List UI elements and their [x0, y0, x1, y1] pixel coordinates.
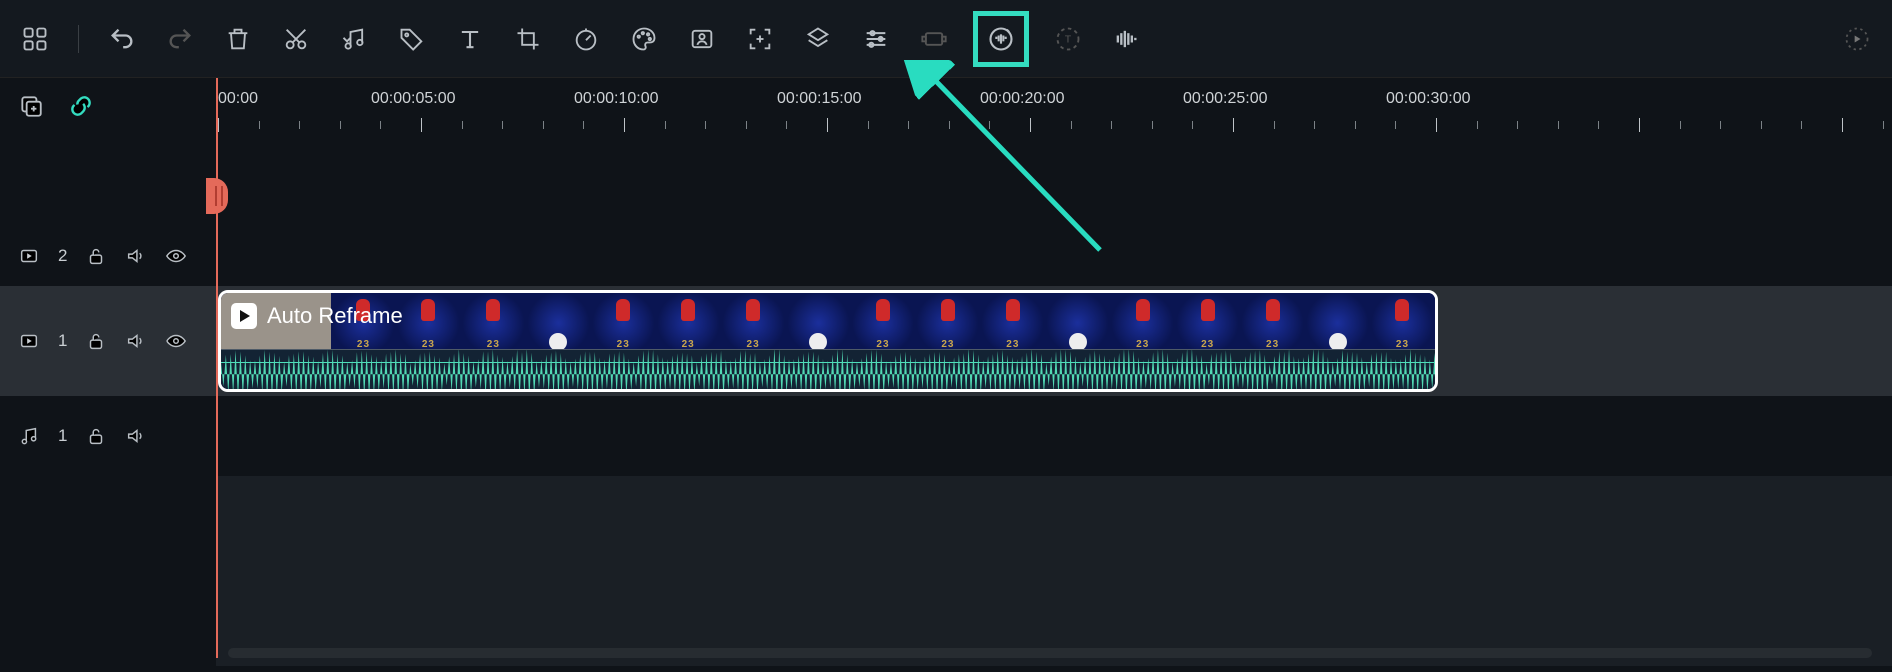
speaker-icon[interactable] [125, 330, 147, 352]
ruler-label: 00:00:15:00 [777, 90, 862, 108]
lock-icon[interactable] [85, 425, 107, 447]
subject-icon[interactable] [683, 20, 721, 58]
playhead[interactable] [216, 78, 218, 658]
track-number: 1 [58, 426, 67, 446]
apps-icon[interactable] [16, 20, 54, 58]
audio-sync-icon[interactable] [984, 22, 1018, 56]
clip-label: Auto Reframe [267, 303, 403, 329]
text-icon[interactable] [451, 20, 489, 58]
track-head-audio-1[interactable]: 1 [0, 396, 216, 476]
video-icon [18, 245, 40, 267]
redo-icon[interactable] [161, 20, 199, 58]
toolbar-divider [78, 25, 79, 53]
undo-icon[interactable] [103, 20, 141, 58]
tag-icon[interactable] [393, 20, 431, 58]
clip-audio-waveform [221, 349, 1435, 389]
ruler-label: 00:00:05:00 [371, 90, 456, 108]
crop-icon[interactable] [509, 20, 547, 58]
eye-icon[interactable] [165, 245, 187, 267]
aspect-icon[interactable] [915, 20, 953, 58]
svg-text:T: T [1065, 33, 1072, 45]
focus-icon[interactable] [741, 20, 779, 58]
lock-icon[interactable] [85, 330, 107, 352]
track-head-video-1[interactable]: 1 [0, 286, 216, 396]
music-assign-icon[interactable] [335, 20, 373, 58]
color-icon[interactable] [625, 20, 663, 58]
track-head-video-2[interactable]: 2 [0, 226, 216, 286]
play-icon [231, 303, 257, 329]
clip-badge: Auto Reframe [231, 303, 403, 329]
speaker-icon[interactable] [125, 425, 147, 447]
delete-icon[interactable] [219, 20, 257, 58]
adjust-icon[interactable] [857, 20, 895, 58]
ruler-label: 00:00:30:00 [1386, 90, 1471, 108]
mask-icon[interactable] [799, 20, 837, 58]
annotation-arrow [900, 60, 1120, 260]
video-icon [18, 330, 40, 352]
link-icon[interactable] [68, 93, 94, 124]
playhead-handle[interactable] [206, 178, 228, 214]
cut-icon[interactable] [277, 20, 315, 58]
add-track-icon[interactable] [18, 93, 44, 124]
ruler-label: 00:00 [218, 90, 258, 108]
lock-icon[interactable] [85, 245, 107, 267]
track-number: 1 [58, 331, 67, 351]
speaker-icon[interactable] [125, 245, 147, 267]
caption-icon[interactable]: T [1049, 20, 1087, 58]
speed-icon[interactable] [567, 20, 605, 58]
track-video-1-lane[interactable]: Auto Reframe [216, 286, 1892, 396]
track-number: 2 [58, 246, 67, 266]
audio-sync-highlight [973, 11, 1029, 67]
audio-markers-icon[interactable] [1107, 20, 1145, 58]
music-icon [18, 425, 40, 447]
ruler-label: 00:00:10:00 [574, 90, 659, 108]
horizontal-scrollbar[interactable] [228, 648, 1872, 658]
ruler-label: 00:00:25:00 [1183, 90, 1268, 108]
render-icon[interactable] [1838, 20, 1876, 58]
eye-icon[interactable] [165, 330, 187, 352]
video-clip[interactable]: Auto Reframe [218, 290, 1438, 392]
